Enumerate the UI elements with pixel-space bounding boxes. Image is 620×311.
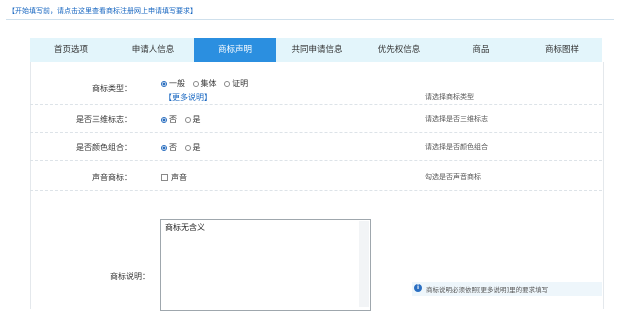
- description-info: i 商标说明必须依照[更多说明]里的要求填写: [412, 282, 602, 296]
- trademark-type-label: 商标类型：: [92, 84, 132, 93]
- tab-joint-application[interactable]: 共同申请信息: [276, 38, 358, 62]
- three-d-option-no[interactable]: 否: [161, 115, 177, 124]
- row-trademark-type: 商标类型： 一般 集体 证明 请选择商标类型: [30, 68, 602, 105]
- tab-trademark-declaration[interactable]: 商标声明: [194, 38, 276, 62]
- sound-label: 声音商标：: [92, 173, 132, 182]
- trademark-type-options: 一般 集体 证明: [161, 78, 253, 89]
- tab-home-options[interactable]: 首页选项: [30, 38, 112, 62]
- three-d-label: 是否三维标志：: [76, 115, 132, 124]
- color-option-no[interactable]: 否: [161, 143, 177, 152]
- radio-checked-icon: [161, 81, 167, 87]
- checkbox-icon: [161, 174, 168, 181]
- description-info-text: 商标说明必须依照[更多说明]里的要求填写: [426, 286, 549, 294]
- color-label: 是否颜色组合：: [76, 143, 132, 152]
- type-option-collective[interactable]: 集体: [192, 79, 217, 88]
- type-option-general-label: 一般: [169, 79, 185, 88]
- notice-divider: [6, 19, 614, 20]
- row-color: 是否颜色组合： 否 是 请选择是否颜色组合: [30, 132, 602, 161]
- textarea-scrollbar[interactable]: [359, 221, 369, 307]
- info-icon: i: [414, 284, 422, 292]
- tab-trademark-image[interactable]: 商标图样: [522, 38, 602, 62]
- color-option-yes-label: 是: [192, 143, 201, 152]
- radio-checked-icon: [161, 117, 167, 123]
- sound-checkbox[interactable]: 声音: [161, 172, 187, 183]
- three-d-hint: 请选择是否三维标志: [425, 115, 488, 123]
- three-d-option-yes[interactable]: 是: [184, 115, 201, 124]
- type-option-collective-label: 集体: [200, 79, 217, 88]
- three-d-option-no-label: 否: [169, 115, 177, 124]
- trademark-type-hint: 请选择商标类型: [425, 93, 474, 101]
- color-option-yes[interactable]: 是: [184, 143, 201, 152]
- radio-icon: [184, 145, 191, 151]
- type-option-general[interactable]: 一般: [161, 79, 185, 88]
- description-textarea[interactable]: 商标无含义: [160, 219, 371, 311]
- radio-icon: [224, 81, 231, 87]
- radio-icon: [184, 117, 191, 123]
- radio-checked-icon: [161, 145, 167, 151]
- tab-priority-info[interactable]: 优先权信息: [358, 38, 440, 62]
- color-hint: 请选择是否颜色组合: [425, 143, 488, 151]
- tab-applicant-info[interactable]: 申请人信息: [112, 38, 194, 62]
- three-d-options: 否 是: [161, 114, 206, 125]
- radio-icon: [192, 81, 199, 87]
- type-option-certification-label: 证明: [232, 79, 249, 88]
- row-three-d: 是否三维标志： 否 是 请选择是否三维标志: [30, 104, 602, 133]
- notice-link[interactable]: 【开始填写前，请点击这里查看商标注册网上申请填写要求】: [8, 6, 197, 16]
- more-info-link[interactable]: 【更多说明】: [164, 92, 212, 103]
- description-label: 商标说明：: [110, 272, 150, 281]
- color-options: 否 是: [161, 142, 206, 153]
- sound-checkbox-label: 声音: [171, 173, 187, 182]
- tab-goods[interactable]: 商品: [440, 38, 522, 62]
- tab-bar: 首页选项 申请人信息 商标声明 共同申请信息 优先权信息 商品 商标图样: [30, 38, 602, 62]
- three-d-option-yes-label: 是: [192, 115, 201, 124]
- type-option-certification[interactable]: 证明: [224, 79, 248, 88]
- sound-hint: 勾选是否声音商标: [425, 173, 481, 181]
- row-sound: 声音商标： 声音 勾选是否声音商标: [30, 160, 602, 191]
- color-option-no-label: 否: [169, 143, 177, 152]
